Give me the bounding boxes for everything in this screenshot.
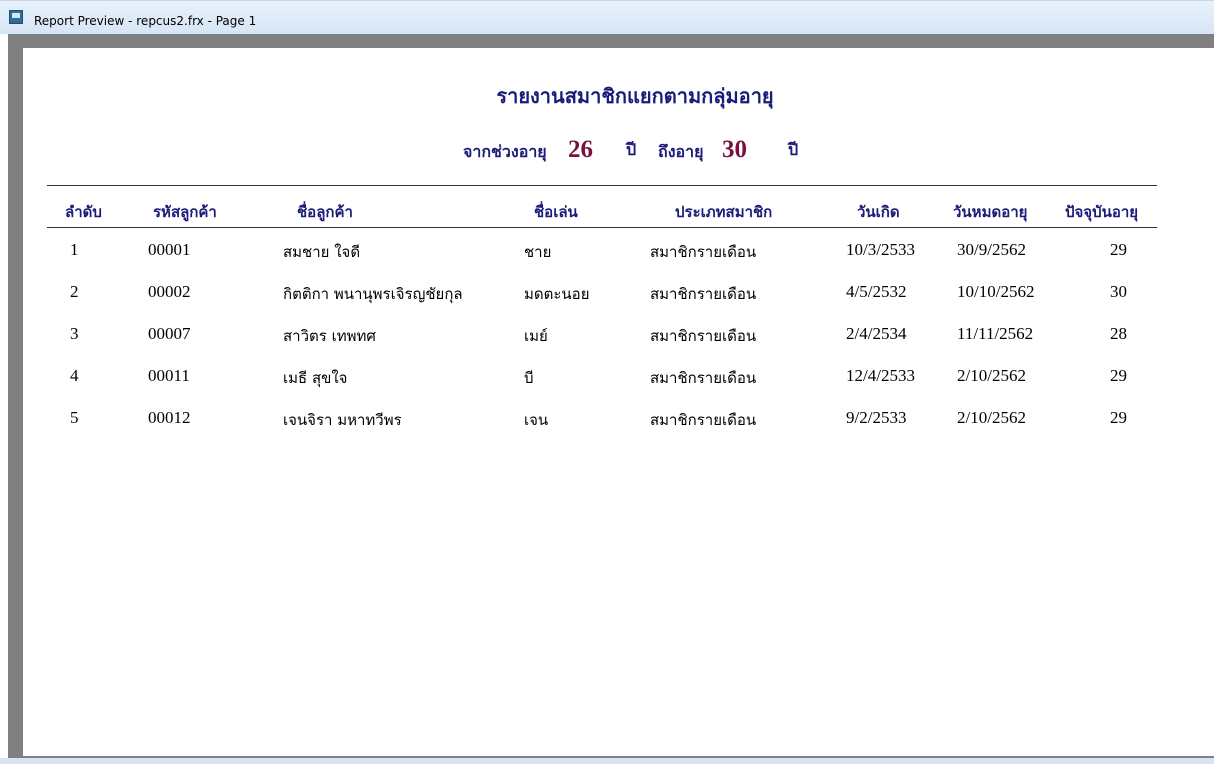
- cell-order: 1: [70, 240, 79, 259]
- cell-expiry-date: 2/10/2562: [957, 408, 1026, 427]
- cell-birth-date: 12/4/2533: [846, 366, 915, 385]
- cell-current-age: 29: [1110, 240, 1127, 259]
- range-to-value: 30: [722, 136, 747, 163]
- cell-current-age: 28: [1110, 324, 1127, 343]
- cell-nickname: บี: [524, 369, 534, 387]
- cell-customer-name: กิตติกา พนานุพรเจิรญชัยกุล: [283, 285, 463, 303]
- cell-customer-name: เจนจิรา มหาทวีพร: [283, 411, 402, 429]
- cell-order: 3: [70, 324, 79, 343]
- column-header-order: ลำดับ: [65, 203, 102, 221]
- cell-current-age: 30: [1110, 282, 1127, 301]
- cell-current-age: 29: [1110, 366, 1127, 385]
- cell-customer-id: 00002: [148, 282, 191, 301]
- header-top-rule: [47, 185, 1157, 186]
- cell-customer-id: 00007: [148, 324, 191, 343]
- cell-birth-date: 2/4/2534: [846, 324, 907, 343]
- cell-customer-id: 00012: [148, 408, 191, 427]
- cell-customer-id: 00001: [148, 240, 191, 259]
- cell-nickname: เมย์: [524, 327, 548, 345]
- cell-customer-name: สมชาย ใจดี: [283, 243, 361, 261]
- cell-member-type: สมาชิกรายเดือน: [650, 285, 757, 303]
- column-header-birth-date: วันเกิด: [857, 203, 900, 221]
- cell-order: 5: [70, 408, 79, 427]
- report-title: รายงานสมาชิกแยกตามกลุ่มอายุ: [496, 84, 774, 108]
- range-to-label: ถึงอายุ: [658, 142, 704, 161]
- range-from-label: จากช่วงอายุ: [463, 142, 547, 161]
- cell-expiry-date: 11/11/2562: [957, 324, 1034, 343]
- cell-member-type: สมาชิกรายเดือน: [650, 411, 757, 429]
- cell-birth-date: 9/2/2533: [846, 408, 907, 427]
- range-to-unit: ปี: [788, 140, 799, 159]
- cell-birth-date: 4/5/2532: [846, 282, 907, 301]
- column-header-customer-id: รหัสลูกค้า: [153, 203, 217, 221]
- column-header-expiry-date: วันหมดอายุ: [953, 203, 1028, 221]
- cell-customer-name: สาวิตร เทพทศ: [283, 327, 376, 345]
- cell-order: 4: [70, 366, 79, 385]
- cell-current-age: 29: [1110, 408, 1127, 427]
- cell-customer-id: 00011: [148, 366, 190, 385]
- column-header-member-type: ประเภทสมาชิก: [675, 203, 773, 221]
- cell-member-type: สมาชิกรายเดือน: [650, 369, 757, 387]
- header-bottom-rule: [47, 227, 1157, 228]
- cell-expiry-date: 2/10/2562: [957, 366, 1026, 385]
- column-header-nickname: ชื่อเล่น: [534, 203, 578, 221]
- cell-expiry-date: 10/10/2562: [957, 282, 1035, 301]
- cell-nickname: ชาย: [524, 243, 552, 261]
- report-preview-icon: [9, 10, 23, 24]
- report-page: [23, 48, 1214, 756]
- range-from-value: 26: [568, 136, 593, 163]
- window-bottom-border: [0, 758, 1214, 764]
- cell-nickname: เจน: [524, 411, 549, 429]
- cell-member-type: สมาชิกรายเดือน: [650, 327, 757, 345]
- cell-nickname: มดตะนอย: [524, 285, 590, 303]
- cell-order: 2: [70, 282, 79, 301]
- cell-expiry-date: 30/9/2562: [957, 240, 1026, 259]
- cell-customer-name: เมธี สุขใจ: [283, 369, 348, 387]
- cell-birth-date: 10/3/2533: [846, 240, 915, 259]
- range-from-unit: ปี: [626, 140, 637, 159]
- column-header-current-age: ปัจจุบันอายุ: [1065, 203, 1139, 221]
- window-title: Report Preview - repcus2.frx - Page 1: [34, 14, 257, 28]
- window-titlebar: Report Preview - repcus2.frx - Page 1: [0, 0, 1214, 34]
- cell-member-type: สมาชิกรายเดือน: [650, 243, 757, 261]
- column-header-customer-name: ชื่อลูกค้า: [297, 203, 353, 221]
